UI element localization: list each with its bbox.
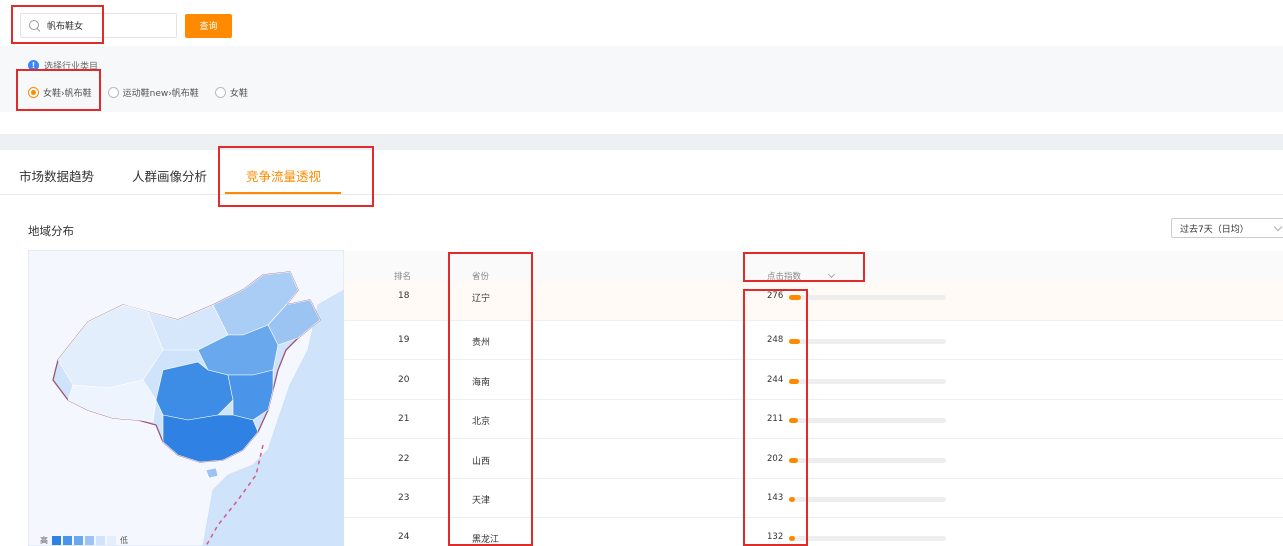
- legend-low-label: 低: [120, 535, 128, 545]
- category-option-2[interactable]: 女鞋: [214, 86, 248, 99]
- page: 帆布鞋女 查询 ! 选择行业类目 女鞋›帆布鞋 运动鞋new›帆布鞋 女鞋 市场…: [0, 0, 1283, 546]
- annotation-province-column: [448, 252, 533, 546]
- region-map[interactable]: 高 低: [28, 250, 344, 546]
- rank-cell: 23: [398, 493, 410, 503]
- category-option-label: 运动鞋new›帆布鞋: [122, 89, 199, 99]
- category-panel: ! 选择行业类目 女鞋›帆布鞋 运动鞋new›帆布鞋 女鞋: [0, 46, 1283, 112]
- chevron-down-icon: [1273, 222, 1283, 232]
- click-index-bar: [789, 378, 946, 384]
- legend-swatch: [74, 535, 83, 545]
- radio-icon[interactable]: [107, 87, 119, 98]
- rank-cell: 22: [398, 453, 410, 464]
- legend-swatch: [85, 535, 94, 545]
- click-index-bar: [789, 497, 946, 502]
- rank-cell: 21: [398, 414, 410, 425]
- period-select[interactable]: 过去7天（日均）: [1171, 218, 1283, 238]
- rank-cell: 20: [398, 374, 410, 385]
- legend-swatch: [52, 535, 61, 545]
- annotation-search: [11, 5, 104, 44]
- query-button[interactable]: 查询: [185, 13, 232, 38]
- click-index-bar: [789, 457, 946, 463]
- click-index-bar: [789, 418, 946, 424]
- legend-high-label: 高: [40, 535, 48, 545]
- legend-swatch: [96, 535, 105, 545]
- legend-swatch: [63, 535, 72, 545]
- annotation-metric-header: [743, 252, 865, 282]
- radio-icon[interactable]: [214, 87, 226, 98]
- rank-cell: 18: [398, 291, 410, 301]
- header-rank: 排名: [394, 272, 412, 282]
- legend-swatch: [107, 535, 116, 545]
- rank-cell: 19: [398, 335, 410, 346]
- tab-market-trend[interactable]: 市场数据趋势: [19, 166, 94, 185]
- map-legend: 高 低: [40, 534, 128, 546]
- annotation-category: [16, 69, 101, 111]
- rank-cell: 24: [398, 532, 410, 543]
- click-index-bar: [789, 339, 946, 345]
- annotation-metric-column: [743, 289, 808, 546]
- section-title: 地域分布: [28, 224, 74, 238]
- category-option-1[interactable]: 运动鞋new›帆布鞋: [107, 86, 199, 99]
- category-option-label: 女鞋: [229, 89, 248, 99]
- period-select-value: 过去7天（日均）: [1180, 224, 1249, 235]
- click-index-bar: [789, 536, 946, 542]
- click-index-bar: [789, 295, 946, 300]
- annotation-tab: [218, 146, 374, 207]
- tab-bar: 市场数据趋势 人群画像分析 竞争流量透视: [0, 150, 1283, 195]
- china-map-graphic: [28, 250, 344, 546]
- tab-audience-profile[interactable]: 人群画像分析: [132, 166, 207, 185]
- section-divider: [0, 134, 1283, 150]
